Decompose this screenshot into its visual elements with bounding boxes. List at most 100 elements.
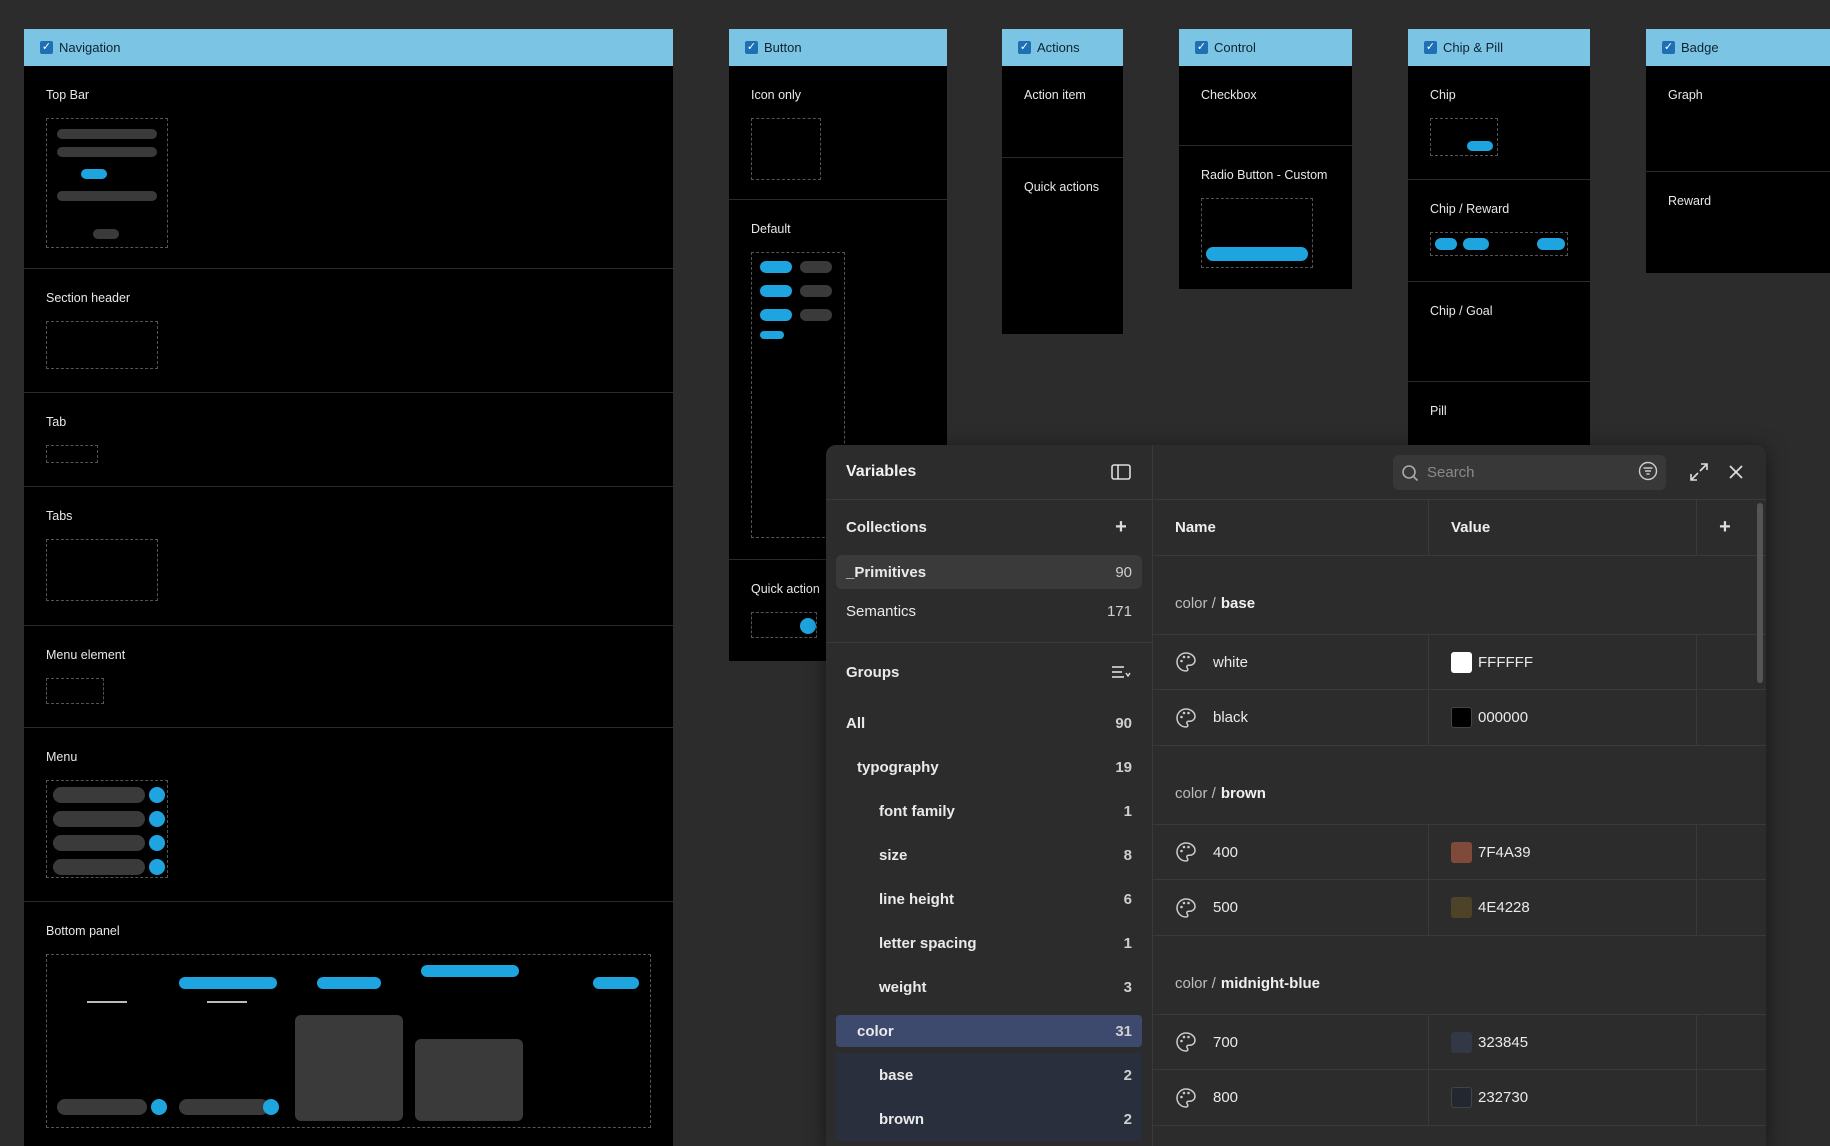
variable-value[interactable]: 7F4A39 (1478, 844, 1531, 861)
variable-row[interactable]: 700 323845 (1153, 1014, 1766, 1070)
color-swatch[interactable] (1451, 897, 1472, 918)
filter-icon[interactable] (1638, 461, 1658, 485)
column-header-name[interactable]: Name (1175, 519, 1216, 536)
group-name: All (846, 714, 866, 732)
navigation-frame: ✓ Navigation Top Bar Section header Tab … (24, 29, 673, 1146)
section-title: Checkbox (1201, 88, 1257, 102)
variable-group-header: color / base (1153, 556, 1766, 634)
variable-value[interactable]: 000000 (1478, 709, 1528, 726)
section-title: Reward (1668, 194, 1712, 208)
group-item-line-height[interactable]: line height 6 (826, 877, 1152, 921)
collection-count: 90 (1115, 563, 1132, 581)
group-item-all[interactable]: All 90 (826, 701, 1152, 745)
variable-name: 400 (1213, 843, 1239, 861)
variables-panel: Variables Collections + _Primitives 90 S… (826, 445, 1766, 1146)
palette-icon (1176, 1032, 1196, 1052)
search-box[interactable]: Search (1393, 455, 1666, 490)
variable-value[interactable]: 4E4228 (1478, 899, 1530, 916)
frame-header[interactable]: ✓ Button (729, 29, 947, 66)
color-swatch[interactable] (1451, 1031, 1472, 1053)
variable-row[interactable]: black 000000 (1153, 690, 1766, 746)
section-graph: Graph (1646, 66, 1830, 172)
group-name: weight (879, 978, 927, 996)
frame-header[interactable]: ✓ Control (1179, 29, 1352, 66)
collections-header: Collections + (826, 500, 1152, 555)
group-item-size[interactable]: size 8 (826, 833, 1152, 877)
collections-label: Collections (846, 519, 927, 536)
menu-preview (46, 780, 168, 878)
column-header-value[interactable]: Value (1451, 519, 1490, 536)
group-count: 3 (1123, 978, 1132, 996)
section-title: Quick actions (1024, 180, 1100, 194)
section-title: Radio Button - Custom (1201, 168, 1328, 182)
section-pill: Pill (1408, 382, 1590, 445)
collection-count: 171 (1106, 603, 1132, 620)
search-input[interactable]: Search (1427, 464, 1475, 481)
check-icon: ✓ (1424, 41, 1437, 54)
group-name: base (1220, 595, 1256, 612)
frame-header[interactable]: ✓ Badge (1646, 29, 1830, 66)
group-item-color[interactable]: color 31 (836, 1015, 1142, 1047)
color-swatch[interactable] (1451, 841, 1472, 863)
group-item-font-family[interactable]: font family 1 (826, 789, 1152, 833)
group-name: color (857, 1022, 894, 1040)
sort-groups-icon[interactable] (1110, 661, 1132, 683)
group-item-brown[interactable]: brown 2 (836, 1097, 1142, 1141)
frame-title: Badge (1681, 40, 1719, 55)
palette-icon (1176, 897, 1196, 918)
variable-name: 500 (1213, 899, 1239, 916)
sidebar-toggle-icon[interactable] (1110, 461, 1132, 483)
frame-title: Control (1214, 40, 1256, 55)
radio-preview (1201, 198, 1313, 268)
quick-action-preview (751, 612, 817, 638)
check-icon: ✓ (1662, 41, 1675, 54)
close-icon[interactable] (1725, 461, 1747, 483)
variable-value[interactable]: FFFFFF (1478, 654, 1533, 671)
check-icon: ✓ (1195, 41, 1208, 54)
section-title: Default (751, 222, 791, 236)
group-item-weight[interactable]: weight 3 (826, 965, 1152, 1009)
group-count: 19 (1115, 758, 1132, 776)
section-title: Icon only (751, 88, 802, 102)
menu-element-preview (46, 678, 104, 704)
frame-header[interactable]: ✓ Navigation (24, 29, 673, 66)
section-menu-element: Menu element (24, 626, 673, 728)
add-variable-icon[interactable]: + (1714, 516, 1736, 538)
section-title: Tab (46, 415, 67, 429)
frame-header[interactable]: ✓ Chip & Pill (1408, 29, 1590, 66)
color-swatch[interactable] (1451, 707, 1472, 728)
section-title: Quick action (751, 582, 820, 596)
variable-row[interactable]: 500 4E4228 (1153, 880, 1766, 936)
group-prefix: color / (1175, 785, 1216, 802)
variable-row[interactable]: white FFFFFF (1153, 634, 1766, 690)
group-item-typography[interactable]: typography 19 (826, 745, 1152, 789)
section-title: Menu (46, 750, 78, 764)
group-count: 1 (1123, 934, 1132, 952)
color-swatch[interactable] (1451, 1087, 1472, 1108)
expand-icon[interactable] (1688, 461, 1710, 483)
group-item-letter-spacing[interactable]: letter spacing 1 (826, 921, 1152, 965)
variable-row[interactable]: 800 232730 (1153, 1070, 1766, 1126)
variable-value[interactable]: 232730 (1478, 1089, 1528, 1106)
color-swatch[interactable] (1451, 651, 1472, 673)
section-title: Menu element (46, 648, 126, 662)
variables-toolbar: Search (1153, 445, 1766, 500)
add-collection-icon[interactable]: + (1110, 516, 1132, 539)
section-quick-actions: Quick actions (1002, 158, 1123, 334)
variable-row[interactable]: 400 7F4A39 (1153, 824, 1766, 880)
group-item-base[interactable]: base 2 (836, 1053, 1142, 1097)
collection-item-semantics[interactable]: Semantics 171 (826, 589, 1152, 643)
group-name: base (879, 1066, 914, 1084)
group-name: brown (879, 1110, 924, 1128)
section-title: Chip (1430, 88, 1456, 102)
scrollbar[interactable] (1757, 503, 1763, 683)
actions-frame: ✓ Actions Action item Quick actions (1002, 29, 1123, 334)
section-radio-button: Radio Button - Custom (1179, 146, 1352, 288)
variable-value[interactable]: 323845 (1478, 1034, 1528, 1051)
collection-item-primitives[interactable]: _Primitives 90 (836, 555, 1142, 589)
top-bar-preview (46, 118, 168, 248)
tabs-preview (46, 539, 158, 601)
group-name: midnight-blue (1220, 975, 1321, 992)
palette-icon (1176, 652, 1196, 672)
frame-header[interactable]: ✓ Actions (1002, 29, 1123, 66)
